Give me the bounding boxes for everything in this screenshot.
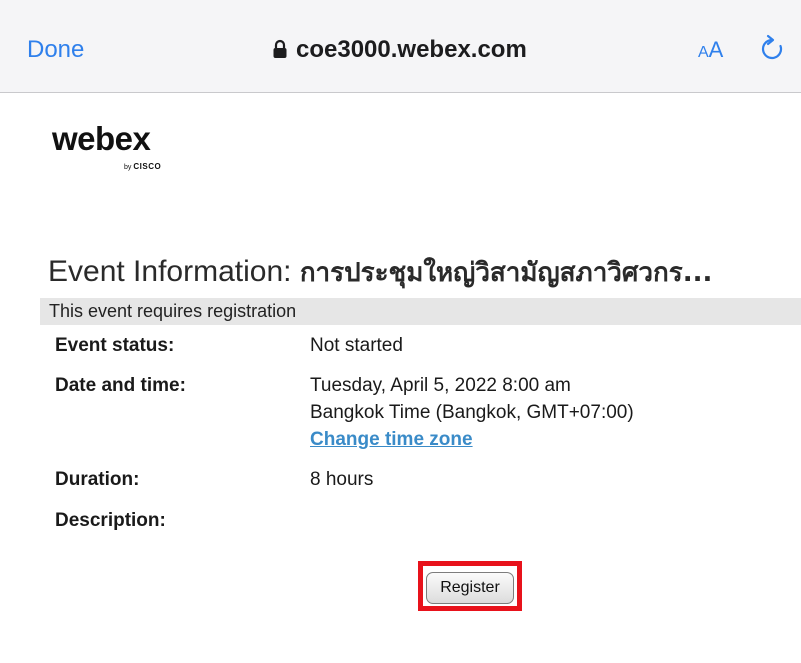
reload-icon[interactable]: [760, 34, 784, 69]
url-text: coe3000.webex.com: [296, 36, 527, 63]
text-size-button[interactable]: AA: [698, 37, 723, 63]
browser-toolbar: Done coe3000.webex.com AA: [0, 0, 801, 93]
registration-banner: This event requires registration: [40, 298, 801, 325]
logo-by-text: by: [124, 164, 132, 171]
registration-note: This event requires registration: [49, 301, 297, 321]
text-size-small-glyph: A: [698, 44, 709, 61]
address-bar[interactable]: coe3000.webex.com: [272, 36, 527, 66]
register-button[interactable]: Register: [426, 572, 514, 604]
event-status-value: Not started: [310, 335, 403, 356]
timezone-value: Bangkok Time (Bangkok, GMT+07:00): [310, 402, 634, 423]
event-status-label: Event status:: [55, 335, 175, 356]
event-heading-label: Event Information:: [48, 255, 292, 288]
event-heading-title: การประชุมใหญ่วิสามัญสภาวิศวกร...: [299, 258, 713, 288]
duration-value: 8 hours: [310, 469, 374, 490]
text-size-large-glyph: A: [708, 37, 724, 62]
logo-byline: by CISCO: [124, 162, 161, 171]
duration-label: Duration:: [55, 469, 140, 490]
logo-company-text: CISCO: [133, 162, 162, 171]
description-label: Description:: [55, 510, 166, 531]
date-value: Tuesday, April 5, 2022 8:00 am: [310, 375, 571, 396]
webex-logo: webex by CISCO: [52, 120, 161, 171]
change-time-zone-link[interactable]: Change time zone: [310, 429, 473, 451]
page-title: Event Information: การประชุมใหญ่วิสามัญส…: [48, 252, 801, 293]
done-button[interactable]: Done: [27, 36, 84, 64]
lock-icon: [272, 38, 288, 66]
date-time-label: Date and time:: [55, 375, 186, 396]
logo-wordmark: webex: [52, 120, 151, 157]
